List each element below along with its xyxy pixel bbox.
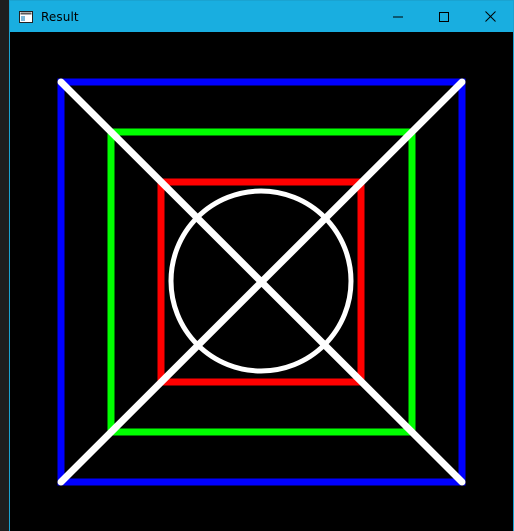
title-bar[interactable]: Result bbox=[10, 1, 513, 32]
maximize-icon bbox=[439, 11, 449, 22]
drawing-canvas bbox=[10, 32, 513, 531]
minimize-icon bbox=[393, 12, 403, 22]
window-controls bbox=[375, 1, 513, 32]
window-title: Result bbox=[41, 9, 79, 24]
maximize-button[interactable] bbox=[421, 1, 467, 32]
drawing-svg bbox=[10, 32, 513, 531]
close-icon bbox=[484, 11, 496, 22]
window-app-icon bbox=[19, 10, 33, 23]
close-button[interactable] bbox=[467, 1, 513, 32]
minimize-button[interactable] bbox=[375, 1, 421, 32]
result-window: Result bbox=[9, 0, 514, 531]
